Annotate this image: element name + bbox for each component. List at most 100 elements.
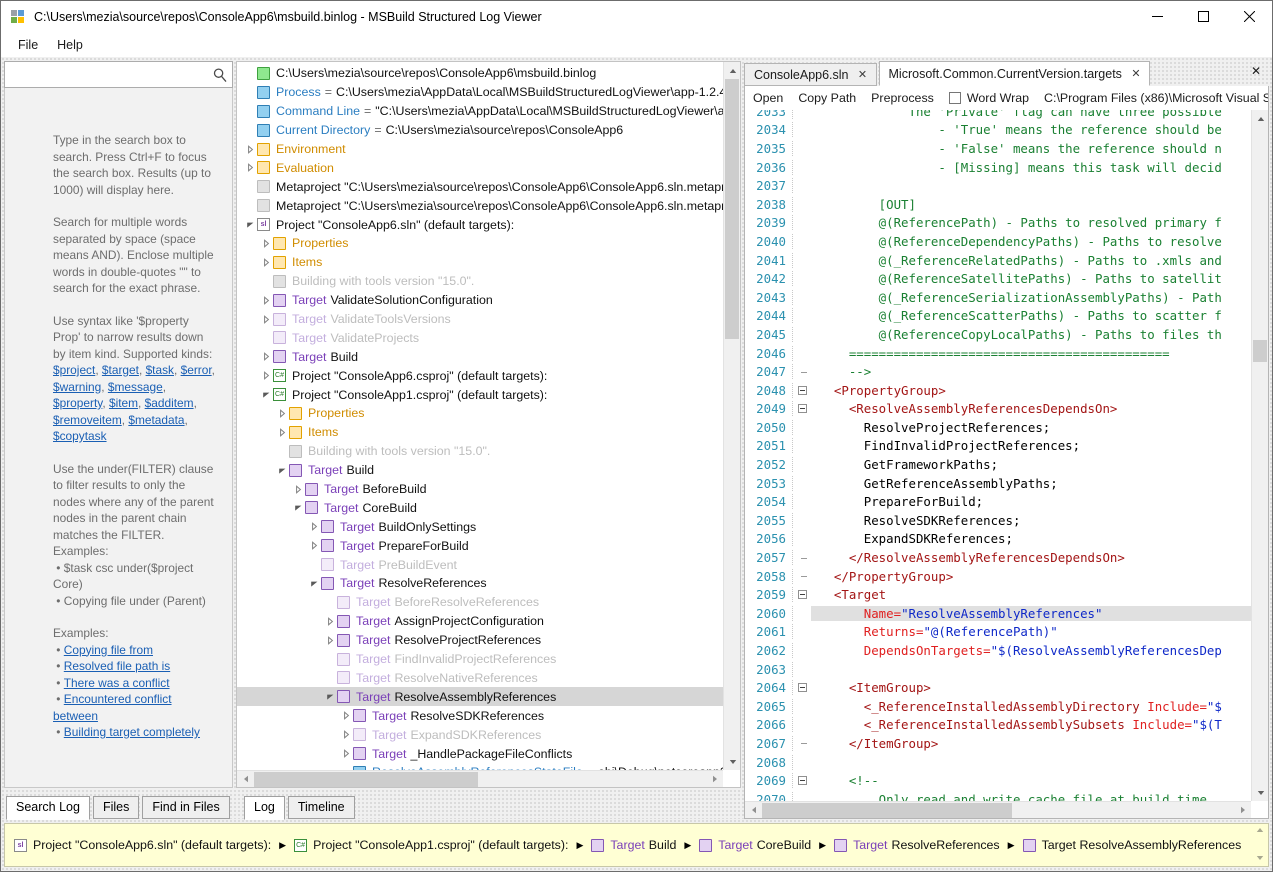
code-view[interactable]: 2033 The 'Private' flag can have three p… [745, 110, 1268, 818]
search-kind-link[interactable]: $copytask [53, 429, 107, 443]
chevron-right-icon[interactable] [259, 348, 273, 366]
fold-collapse-icon[interactable] [793, 776, 811, 786]
chevron-right-icon[interactable] [307, 537, 321, 555]
editor-scroll-right-button[interactable] [1234, 802, 1251, 819]
code-line[interactable]: 2058 </PropertyGroup> [745, 567, 1251, 586]
chevron-right-icon[interactable] [259, 234, 273, 252]
tab-timeline[interactable]: Timeline [287, 796, 355, 819]
tree-row[interactable]: Target FindInvalidProjectReferences [237, 650, 723, 669]
close-icon[interactable]: ✕ [1130, 67, 1142, 80]
code-line[interactable]: 2048 <PropertyGroup> [745, 381, 1251, 400]
tree-row[interactable]: Target _HandlePackageFileConflicts [237, 744, 723, 763]
code-line[interactable]: 2037 [745, 176, 1251, 195]
chevron-right-icon[interactable] [323, 631, 337, 649]
chevron-down-icon[interactable] [291, 499, 305, 517]
search-input[interactable] [11, 66, 212, 83]
search-kind-link[interactable]: $metadata [128, 413, 184, 427]
code-line[interactable]: 2054 PrepareForBuild; [745, 492, 1251, 511]
tree-row[interactable]: Metaproject "C:\Users\mezia\source\repos… [237, 196, 723, 215]
code-line[interactable]: 2070 Only read and write cache file at b… [745, 790, 1251, 801]
code-line[interactable]: 2052 GetFrameworkPaths; [745, 455, 1251, 474]
editor-scroll-thumb[interactable] [1253, 340, 1267, 362]
tree-row[interactable]: Process = C:\Users\mezia\AppData\Local\MSB… [237, 83, 723, 102]
code-line[interactable]: 2035 - 'False' means the reference shoul… [745, 139, 1251, 158]
chevron-right-icon[interactable] [275, 423, 289, 441]
tree-row[interactable]: Target ValidateSolutionConfiguration [237, 291, 723, 310]
search-icon[interactable] [212, 67, 228, 83]
search-example-link[interactable]: Resolved file path is [64, 659, 170, 673]
code-line[interactable]: 2049 <ResolveAssemblyReferencesDependsOn… [745, 400, 1251, 419]
code-line[interactable]: 2033 The 'Private' flag can have three p… [745, 110, 1251, 121]
tree-row[interactable]: Target ResolveReferences [237, 574, 723, 593]
doc-tab-currentversion-targets[interactable]: Microsoft.Common.CurrentVersion.targets … [878, 61, 1150, 86]
code-line[interactable]: 2050 ResolveProjectReferences; [745, 418, 1251, 437]
breadcrumb-item[interactable]: C# Project "ConsoleApp1.csproj" (default … [294, 838, 568, 852]
breadcrumb-scrollbar[interactable] [1253, 826, 1266, 864]
close-button[interactable] [1226, 1, 1272, 33]
tree-row[interactable]: Properties [237, 404, 723, 423]
search-example-link[interactable]: Encountered conflict between [53, 692, 172, 723]
chevron-down-icon[interactable] [307, 574, 321, 592]
search-example-link[interactable]: Building target completely [64, 725, 200, 739]
tree-row[interactable]: Metaproject "C:\Users\mezia\source\repos… [237, 177, 723, 196]
code-line[interactable]: 2055 ResolveSDKReferences; [745, 511, 1251, 530]
tabstrip-close-icon[interactable]: ✕ [1251, 64, 1261, 78]
tree-row[interactable]: Items [237, 423, 723, 442]
breadcrumb-item[interactable]: Target CoreBuild [699, 838, 811, 852]
breadcrumb-scroll-down-icon[interactable] [1256, 854, 1264, 864]
search-kind-link[interactable]: $removeitem [53, 413, 122, 427]
chevron-right-icon[interactable] [259, 367, 273, 385]
code-line[interactable]: 2065 <_ReferenceInstalledAssemblyDirecto… [745, 697, 1251, 716]
search-kind-link[interactable]: $additem [145, 396, 194, 410]
chevron-down-icon[interactable] [243, 216, 257, 234]
maximize-button[interactable] [1180, 1, 1226, 33]
code-line[interactable]: 2047 --> [745, 362, 1251, 381]
breadcrumb-item[interactable]: Target ResolveAssemblyReferences [1022, 838, 1241, 852]
code-line[interactable]: 2067 </ItemGroup> [745, 734, 1251, 753]
tree-row[interactable]: Target ResolveNativeReferences [237, 669, 723, 688]
search-kind-link[interactable]: $error [181, 363, 212, 377]
code-line[interactable]: 2061 Returns="@(ReferencePath)" [745, 623, 1251, 642]
tree-row[interactable]: Command Line = "C:\Users\mezia\AppData\Loc… [237, 102, 723, 121]
search-kind-link[interactable]: $item [109, 396, 138, 410]
code-line[interactable]: 2063 [745, 660, 1251, 679]
tab-find-in-files[interactable]: Find in Files [142, 796, 230, 819]
chevron-right-icon[interactable] [259, 310, 273, 328]
breadcrumb-scroll-up-icon[interactable] [1256, 826, 1264, 836]
log-tree[interactable]: C:\Users\mezia\source\repos\ConsoleApp6\… [236, 61, 741, 788]
search-kind-link[interactable]: $target [102, 363, 139, 377]
search-example-link[interactable]: Copying file from [64, 643, 153, 657]
chevron-down-icon[interactable] [323, 688, 337, 706]
code-line[interactable]: 2041 @(_ReferenceRelatedPaths) - Paths t… [745, 251, 1251, 270]
chevron-right-icon[interactable] [275, 404, 289, 422]
tree-row[interactable]: Evaluation [237, 158, 723, 177]
chevron-right-icon[interactable] [291, 480, 305, 498]
word-wrap-checkbox[interactable]: Word Wrap [948, 89, 1038, 107]
code-line[interactable]: 2060 Name="ResolveAssemblyReferences" [745, 604, 1251, 623]
open-button[interactable]: Open [753, 89, 792, 107]
code-line[interactable]: 2059 <Target [745, 585, 1251, 604]
fold-collapse-icon[interactable] [793, 385, 811, 395]
chevron-right-icon[interactable] [243, 140, 257, 158]
fold-collapse-icon[interactable] [793, 590, 811, 600]
chevron-down-icon[interactable] [259, 386, 273, 404]
chevron-right-icon[interactable] [339, 745, 353, 763]
log-tree-rows[interactable]: C:\Users\mezia\source\repos\ConsoleApp6\… [237, 62, 723, 770]
tree-row[interactable]: Current Directory = C:\Users\mezia\source\… [237, 121, 723, 140]
editor-scroll-down-button[interactable] [1252, 784, 1268, 801]
tree-row[interactable]: Target PreBuildEvent [237, 555, 723, 574]
code-line[interactable]: 2068 [745, 753, 1251, 772]
tree-row[interactable]: Target AssignProjectConfiguration [237, 612, 723, 631]
editor-scroll-left-button[interactable] [745, 802, 762, 819]
tree-scroll-thumb[interactable] [725, 79, 739, 339]
editor-scroll-up-button[interactable] [1252, 110, 1268, 127]
search-kind-link[interactable]: $task [146, 363, 174, 377]
chevron-right-icon[interactable] [243, 159, 257, 177]
preprocess-button[interactable]: Preprocess [871, 89, 943, 107]
menu-file[interactable]: File [9, 35, 47, 55]
code-line[interactable]: 2064 <ItemGroup> [745, 678, 1251, 697]
tree-hscroll-thumb[interactable] [254, 771, 478, 787]
tree-vertical-scrollbar[interactable] [723, 62, 740, 770]
tree-scroll-down-button[interactable] [724, 753, 740, 770]
tree-scroll-up-button[interactable] [724, 62, 740, 79]
